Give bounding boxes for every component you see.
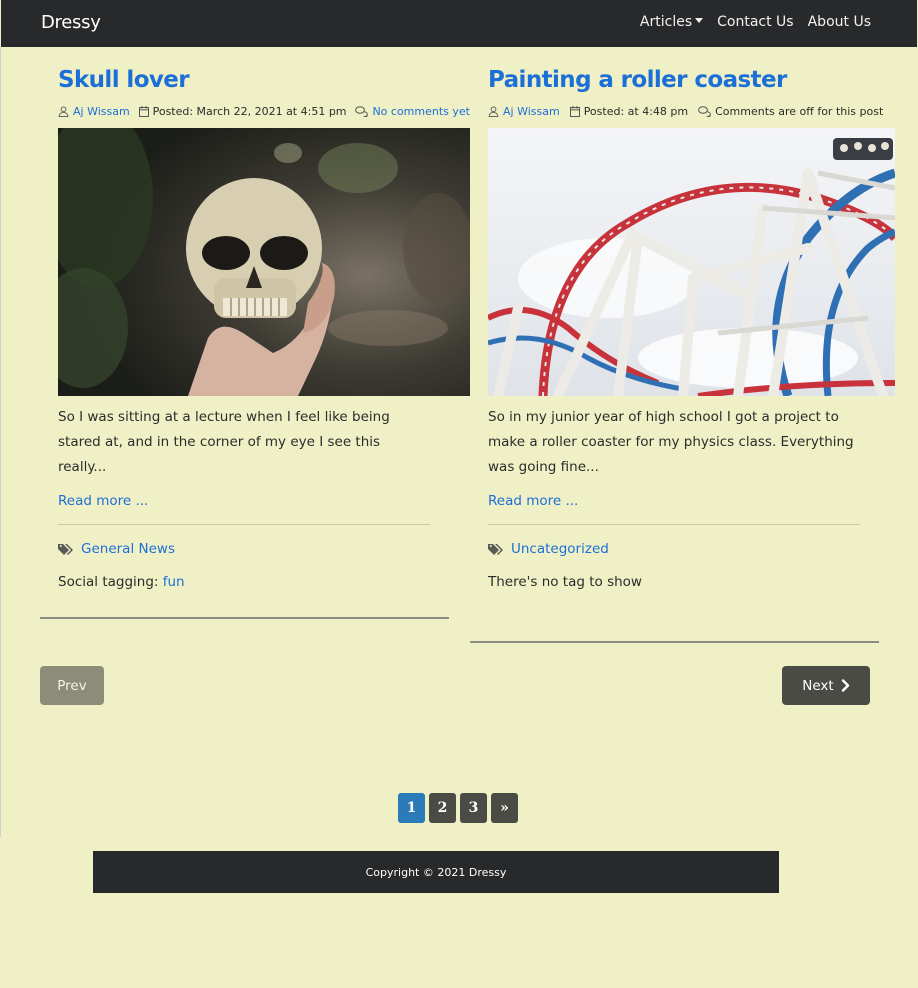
footer-copyright: Copyright © 2021 Dressy — [365, 865, 507, 879]
tags-icon — [488, 543, 503, 555]
calendar-icon — [569, 106, 580, 117]
post-category-link[interactable]: General News — [81, 541, 175, 557]
post-category-row: Uncategorized — [488, 541, 895, 557]
pagination: 1 2 3 » — [398, 793, 518, 823]
nav-links: Articles Contact Us About Us — [640, 14, 871, 30]
post-date: Posted: at 4:48 pm — [583, 105, 689, 118]
tags-icon — [58, 543, 73, 555]
post-category-link[interactable]: Uncategorized — [511, 541, 609, 557]
prev-label: Prev — [57, 677, 87, 694]
page-2-button[interactable]: 2 — [429, 793, 456, 823]
nav-contact-us[interactable]: Contact Us — [717, 14, 793, 30]
post-excerpt: So I was sitting at a lecture when I fee… — [58, 409, 390, 475]
nav-articles-label: Articles — [639, 14, 693, 30]
post-author[interactable]: Aj Wissam — [503, 105, 560, 118]
read-more-link[interactable]: Read more ... — [58, 493, 470, 509]
post-card: Painting a roller coaster Aj Wissam Post… — [488, 67, 895, 590]
left-border — [0, 47, 1, 837]
user-icon — [58, 106, 69, 117]
post-comments[interactable]: No comments yet — [372, 105, 470, 118]
divider — [58, 524, 430, 525]
post-card: Skull lover Aj Wissam Posted: March 22, … — [58, 67, 470, 590]
prev-button[interactable]: Prev — [40, 666, 104, 705]
post-category-row: General News — [58, 541, 470, 557]
nav-articles-dropdown[interactable]: Articles — [639, 14, 704, 30]
post-tags-row: Social tagging: fun — [58, 574, 470, 590]
calendar-icon — [138, 106, 149, 117]
read-more-link[interactable]: Read more ... — [488, 493, 895, 509]
top-navbar: Dressy Articles Contact Us About Us — [1, 0, 917, 47]
comments-icon — [698, 106, 712, 117]
brand-logo[interactable]: Dressy — [41, 12, 101, 33]
post-excerpt: So in my junior year of high school I go… — [488, 409, 854, 475]
post-date: Posted: March 22, 2021 at 4:51 pm — [152, 105, 347, 118]
footer: Copyright © 2021 Dressy — [93, 851, 779, 893]
page-3-button[interactable]: 3 — [460, 793, 487, 823]
user-icon — [488, 106, 499, 117]
comments-icon — [355, 106, 369, 117]
page-1-button[interactable]: 1 — [398, 793, 425, 823]
post-separator — [40, 617, 449, 619]
post-author[interactable]: Aj Wissam — [73, 105, 130, 118]
post-meta: Aj Wissam Posted: at 4:48 pm Comments ar… — [488, 105, 895, 118]
nav-about-us[interactable]: About Us — [808, 14, 871, 30]
chevron-right-icon — [841, 679, 849, 692]
post-comments-status: Comments are off for this post — [715, 105, 884, 118]
post-tags-row: There's no tag to show — [488, 574, 642, 590]
post-image-roller-coaster[interactable] — [488, 128, 895, 396]
next-button[interactable]: Next — [782, 666, 870, 705]
tag-link[interactable]: fun — [163, 574, 185, 590]
next-label: Next — [802, 677, 834, 694]
post-title[interactable]: Skull lover — [58, 67, 470, 93]
post-separator — [470, 641, 879, 643]
post-meta: Aj Wissam Posted: March 22, 2021 at 4:51… — [58, 105, 470, 118]
divider — [488, 524, 860, 525]
post-image-skull[interactable] — [58, 128, 470, 396]
caret-down-icon — [695, 18, 704, 23]
tags-label: Social tagging: — [58, 574, 159, 590]
post-title[interactable]: Painting a roller coaster — [488, 67, 895, 93]
next-page-button[interactable]: » — [491, 793, 518, 823]
